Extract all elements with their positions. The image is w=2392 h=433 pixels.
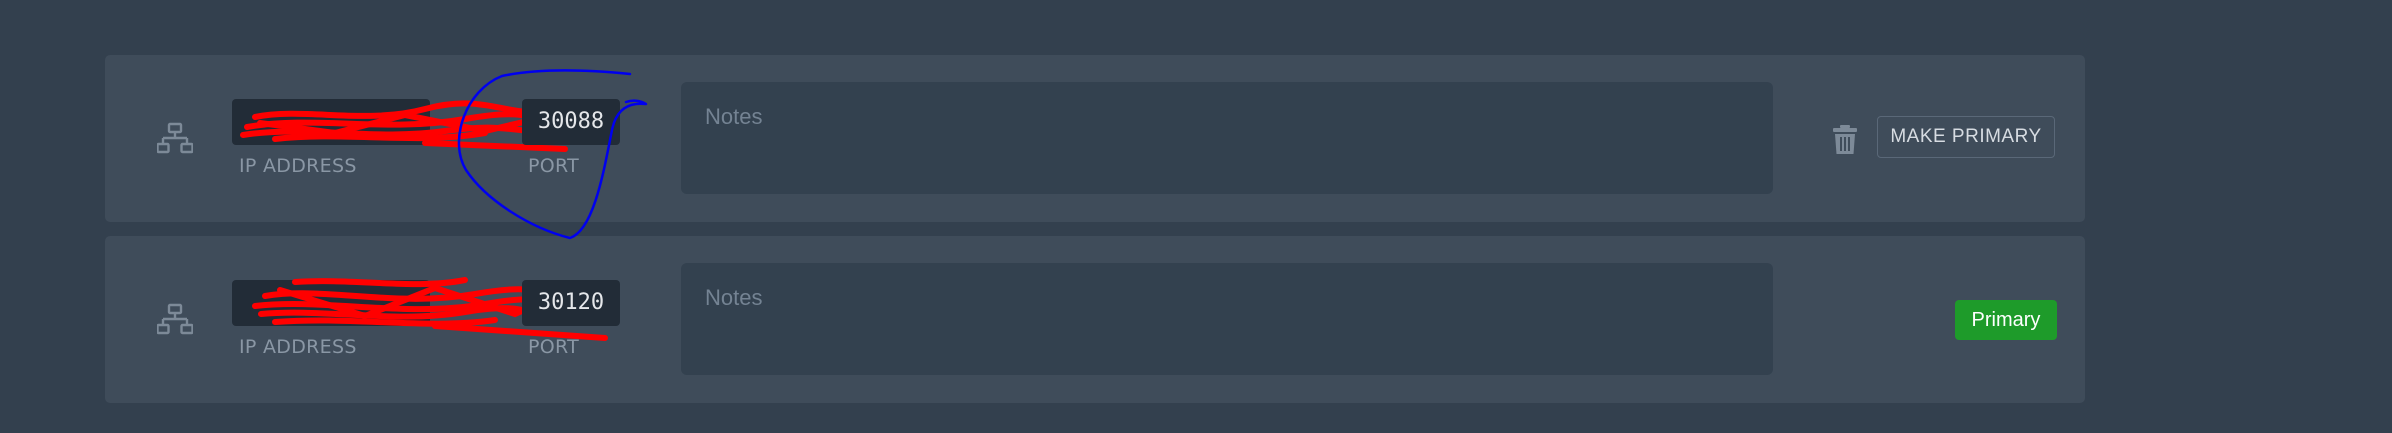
- ip-address-label: IP ADDRESS: [239, 336, 357, 358]
- ip-address-label: IP ADDRESS: [239, 155, 357, 177]
- annotation-circle: [457, 69, 648, 240]
- trash-icon[interactable]: [1831, 125, 1859, 155]
- primary-badge: Primary: [1955, 300, 2057, 340]
- port-field: 30120: [522, 280, 620, 326]
- notes-input[interactable]: [681, 263, 1773, 375]
- allocation-row: IP ADDRESS 30088 PORT MAKE PRIMARY: [105, 55, 2085, 222]
- port-value: 30120: [537, 290, 605, 315]
- make-primary-button[interactable]: MAKE PRIMARY: [1877, 116, 2055, 158]
- port-label: PORT: [528, 336, 580, 358]
- allocation-row: IP ADDRESS 30120 PORT Primary: [105, 236, 2085, 403]
- notes-input[interactable]: [681, 82, 1773, 194]
